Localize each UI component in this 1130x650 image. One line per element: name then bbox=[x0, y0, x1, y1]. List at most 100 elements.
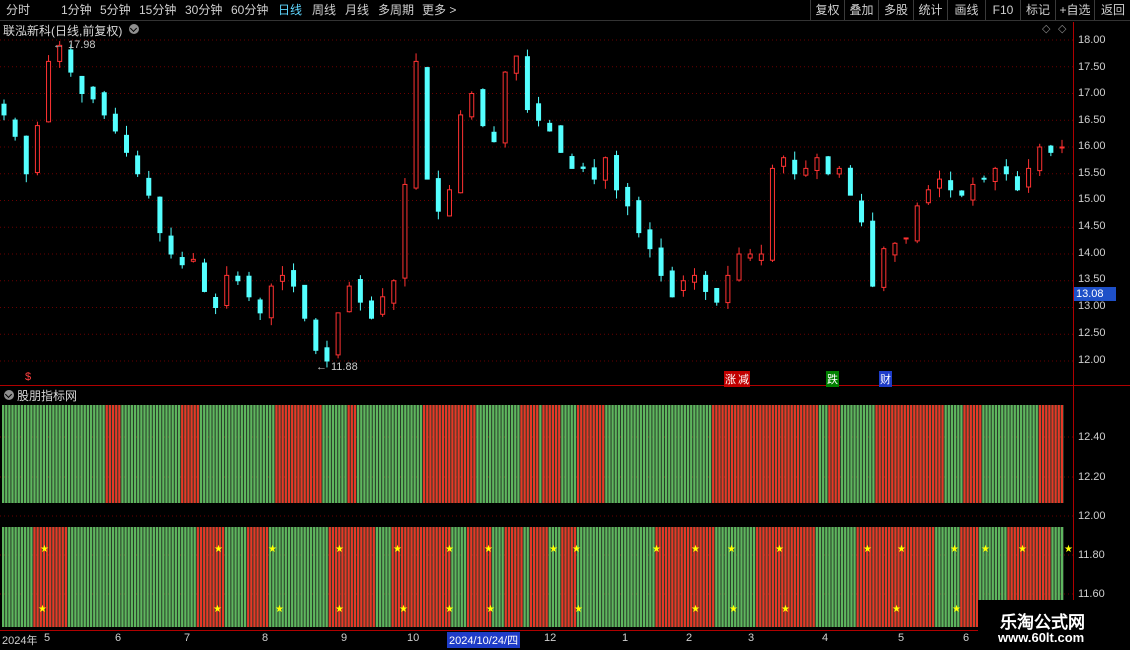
rise-marker[interactable]: 涨 bbox=[724, 371, 737, 387]
indicator-bar-lower bbox=[734, 527, 737, 627]
finance-marker[interactable]: 财 bbox=[879, 371, 892, 387]
indicator-bar-upper bbox=[727, 405, 730, 503]
add-watchlist-button[interactable]: +自选 bbox=[1055, 0, 1094, 20]
indicator-bar-lower bbox=[187, 527, 190, 627]
indicator-bar-upper bbox=[646, 405, 649, 503]
pane-divider bbox=[0, 385, 1130, 386]
indicator-bar-lower bbox=[576, 527, 580, 627]
indicator-bar-lower bbox=[152, 527, 155, 627]
candle-body bbox=[602, 157, 608, 181]
time-label: 12 bbox=[544, 632, 557, 644]
indicator-tick: 12.40 bbox=[1078, 431, 1106, 443]
indicator-bar-lower bbox=[174, 527, 177, 627]
indicator-bar-upper bbox=[83, 405, 86, 503]
reduce-marker[interactable]: 减 bbox=[737, 371, 750, 387]
indicator-bar-lower bbox=[878, 527, 881, 627]
indicator-bar-lower bbox=[80, 527, 83, 627]
indicator-bar-lower bbox=[724, 527, 727, 627]
indicator-bar-upper bbox=[344, 405, 347, 503]
indicator-bar-upper bbox=[737, 405, 740, 503]
indicator-bar-upper bbox=[23, 405, 27, 503]
back-button[interactable]: 返回 bbox=[1094, 0, 1130, 20]
statistics-button[interactable]: 统计 bbox=[913, 0, 947, 20]
indicator-bar-upper bbox=[558, 405, 561, 503]
indicator-bar-lower bbox=[476, 527, 479, 627]
candle-body bbox=[614, 155, 620, 191]
period-tab-1min[interactable]: 1分钟 bbox=[61, 2, 92, 18]
period-tab-30min[interactable]: 30分钟 bbox=[185, 2, 222, 18]
indicator-bar-upper bbox=[1054, 405, 1057, 503]
period-tab-fenshi[interactable]: 分时 bbox=[6, 2, 30, 18]
indicator-bar-lower bbox=[162, 527, 165, 627]
indicator-bar-upper bbox=[652, 405, 655, 503]
indicator-bar-upper bbox=[199, 405, 203, 503]
period-tab-monthly[interactable]: 月线 bbox=[345, 2, 369, 18]
indicator-bar-upper bbox=[526, 405, 529, 503]
period-tab-5min[interactable]: 5分钟 bbox=[100, 2, 131, 18]
indicator-bar-upper bbox=[668, 405, 671, 503]
overlay-button[interactable]: 叠加 bbox=[844, 0, 878, 20]
star-icon: ★ bbox=[486, 604, 495, 615]
chevron-down-icon[interactable] bbox=[4, 390, 14, 400]
multi-stock-button[interactable]: 多股 bbox=[878, 0, 913, 20]
indicator-bar-upper bbox=[42, 405, 45, 503]
indicator-bar-lower bbox=[171, 527, 174, 627]
indicator-bar-lower bbox=[118, 527, 121, 627]
indicator-bar-lower bbox=[730, 527, 734, 627]
indicator-bar-lower bbox=[721, 527, 724, 627]
indicator-bar-upper bbox=[903, 405, 906, 503]
indicator-bar-upper bbox=[39, 405, 42, 503]
period-tab-daily[interactable]: 日线 bbox=[278, 2, 302, 18]
indicator-bar-lower bbox=[683, 527, 686, 627]
indicator-bar-upper bbox=[614, 405, 617, 503]
indicator-bar-upper bbox=[922, 405, 925, 503]
period-tab-60min[interactable]: 60分钟 bbox=[231, 2, 268, 18]
indicator-bar-upper bbox=[514, 405, 517, 503]
indicator-bar-upper bbox=[429, 405, 432, 503]
indicator-bar-lower bbox=[460, 527, 463, 627]
diamond-icon[interactable]: ◇ bbox=[1042, 22, 1050, 35]
fall-marker[interactable]: 跌 bbox=[826, 371, 839, 387]
indicator-bar-lower bbox=[928, 527, 932, 627]
indicator-bar-upper bbox=[592, 405, 595, 503]
price-tick: 13.50 bbox=[1078, 273, 1106, 285]
indicator-bar-lower bbox=[137, 527, 140, 627]
indicator-bar-upper bbox=[143, 405, 146, 503]
indicator-bar-lower bbox=[944, 527, 947, 627]
indicator-bar-upper bbox=[583, 405, 586, 503]
indicator-bar-lower bbox=[394, 527, 397, 627]
indicator-bar-lower bbox=[14, 527, 17, 627]
fuquan-button[interactable]: 复权 bbox=[810, 0, 844, 20]
period-tab-multi[interactable]: 多周期 bbox=[378, 2, 414, 18]
dividend-marker[interactable]: $ bbox=[25, 371, 31, 383]
indicator-bar-lower bbox=[8, 527, 11, 627]
indicator-bar-upper bbox=[306, 405, 309, 503]
indicator-bar-lower bbox=[866, 527, 869, 627]
indicator-bar-upper bbox=[309, 405, 313, 503]
indicator-bar-upper bbox=[338, 405, 341, 503]
indicator-bar-upper bbox=[369, 405, 372, 503]
f10-button[interactable]: F10 bbox=[985, 0, 1020, 20]
indicator-bar-lower bbox=[77, 527, 80, 627]
indicator-bar-upper bbox=[1013, 405, 1016, 503]
dropdown-icon[interactable]: ◇ bbox=[1058, 22, 1066, 35]
indicator-bar-lower bbox=[517, 527, 520, 627]
indicator-bar-lower bbox=[891, 527, 894, 627]
mark-button[interactable]: 标记 bbox=[1020, 0, 1055, 20]
period-tab-weekly[interactable]: 周线 bbox=[312, 2, 336, 18]
chevron-down-icon[interactable] bbox=[129, 24, 139, 34]
indicator-bar-lower bbox=[916, 527, 919, 627]
draw-line-button[interactable]: 画线 bbox=[947, 0, 985, 20]
indicator-bar-upper bbox=[247, 405, 250, 503]
period-tab-15min[interactable]: 15分钟 bbox=[139, 2, 176, 18]
period-tab-more[interactable]: 更多 > bbox=[422, 2, 456, 18]
indicator-bar-upper bbox=[950, 405, 954, 503]
indicator-bar-upper bbox=[862, 405, 866, 503]
time-label: 8 bbox=[262, 632, 269, 644]
indicator-bar-lower bbox=[441, 527, 445, 627]
candle-body bbox=[948, 180, 954, 191]
time-label: 5 bbox=[898, 632, 905, 644]
candle-body bbox=[235, 275, 241, 282]
indicator-bar-upper bbox=[702, 405, 705, 503]
indicator-bar-upper bbox=[542, 405, 545, 503]
